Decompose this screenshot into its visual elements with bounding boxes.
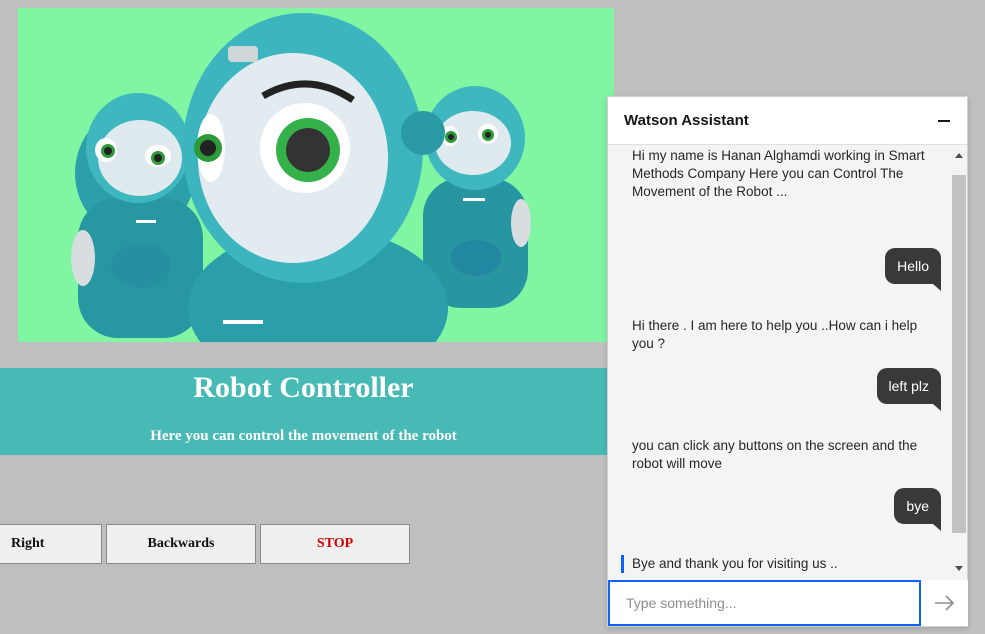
scroll-down-arrow-icon[interactable]	[955, 566, 963, 571]
right-button[interactable]: Right	[0, 524, 102, 564]
chat-input[interactable]	[610, 582, 919, 624]
user-message: left plz	[876, 368, 942, 411]
send-arrow-icon	[935, 595, 955, 611]
watson-chat-panel: Watson Assistant Hi my name is Hanan Alg…	[607, 96, 968, 627]
robots-illustration	[71, 13, 531, 342]
user-message: bye	[894, 488, 941, 531]
title-banner: Robot Controller Here you can control th…	[0, 368, 607, 455]
chat-scrollbar[interactable]	[951, 145, 967, 579]
page-subtitle: Here you can control the movement of the…	[150, 428, 457, 444]
chat-header: Watson Assistant	[608, 97, 967, 145]
send-button[interactable]	[921, 580, 968, 626]
chat-title: Watson Assistant	[624, 112, 749, 129]
robot-hero-image	[18, 8, 614, 342]
chat-input-container	[608, 580, 921, 626]
bot-message: Hi my name is Hanan Alghamdi working in …	[632, 148, 925, 199]
bot-message: you can click any buttons on the screen …	[632, 438, 918, 471]
bot-message-latest: Bye and thank you for visiting us ..	[621, 555, 921, 573]
right-button-label: Right	[11, 536, 45, 551]
minimize-icon[interactable]	[937, 111, 951, 131]
scroll-up-arrow-icon[interactable]	[955, 153, 963, 158]
stop-button[interactable]: STOP	[260, 524, 410, 564]
user-message: Hello	[885, 248, 941, 291]
scroll-thumb[interactable]	[952, 175, 966, 533]
bot-message: Hi there . I am here to help you ..How c…	[632, 318, 918, 351]
page-title: Robot Controller	[193, 371, 414, 404]
backwards-button[interactable]: Backwards	[106, 524, 256, 564]
chat-messages: Hi my name is Hanan Alghamdi working in …	[608, 145, 952, 579]
